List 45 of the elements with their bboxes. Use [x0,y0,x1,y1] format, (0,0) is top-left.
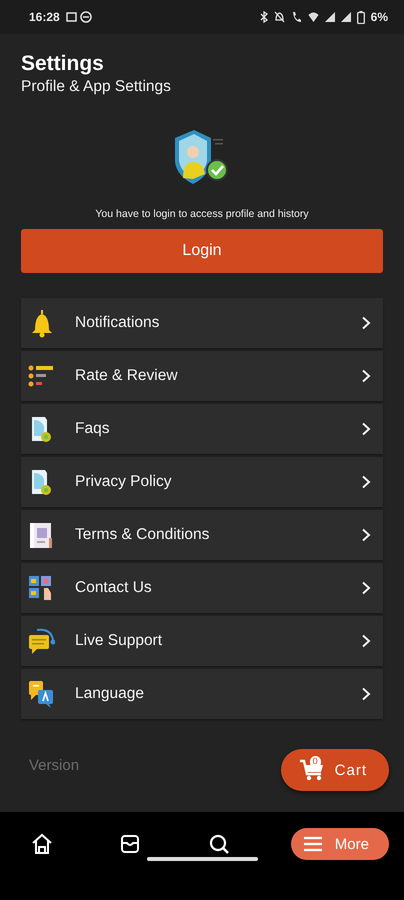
chevron-right-icon [361,475,371,489]
chat-support-icon [27,626,55,656]
call-icon [290,11,302,23]
wifi-icon [308,11,319,23]
document-icon [27,520,55,550]
login-message: You have to login to access profile and history [94,208,310,220]
settings-item[interactable]: Faqs [21,404,383,454]
cart-count: 0 [310,756,321,768]
chevron-right-icon [361,581,371,595]
page-subtitle: Profile & App Settings [21,78,172,96]
page-title: Settings [21,52,105,76]
cart-button[interactable]: 0 Cart [280,749,389,791]
settings-item-label: Contact Us [75,579,153,597]
settings-item-label: Faqs [75,420,110,438]
signal-icon [324,11,335,23]
muted-bell-icon [274,11,285,23]
chevron-right-icon [361,634,371,648]
chevron-right-icon [361,528,371,542]
signal-icon [340,11,351,23]
settings-item-label: Live Support [75,632,164,650]
settings-item[interactable]: Privacy Policy [21,457,383,507]
chevron-right-icon [361,369,371,383]
battery-icon [356,10,365,24]
settings-item[interactable]: Terms & Conditions [21,510,383,560]
chevron-right-icon [361,316,371,330]
home-icon [30,832,54,856]
settings-item[interactable]: Live Support [21,616,383,666]
chevron-right-icon [361,422,371,436]
login-button[interactable]: Login [21,229,383,273]
chevron-right-icon [361,687,371,701]
settings-item-label: Notifications [75,314,160,332]
translate-icon [27,679,55,709]
settings-item-label: Language [75,685,145,703]
settings-item[interactable]: Rate & Review [21,351,383,401]
settings-item[interactable]: Language [21,669,383,719]
settings-item-label: Privacy Policy [75,473,172,491]
settings-item[interactable]: Notifications [21,298,383,348]
settings-item[interactable]: Contact Us [21,563,383,613]
status-time: 16:28 [29,10,60,24]
battery-level: 6% [370,10,388,24]
settings-item-label: Rate & Review [75,367,179,385]
notification-icons [66,11,92,23]
bluetooth-icon [260,11,268,23]
version-label: Version [29,756,80,774]
settings-item-label: Terms & Conditions [75,526,210,544]
